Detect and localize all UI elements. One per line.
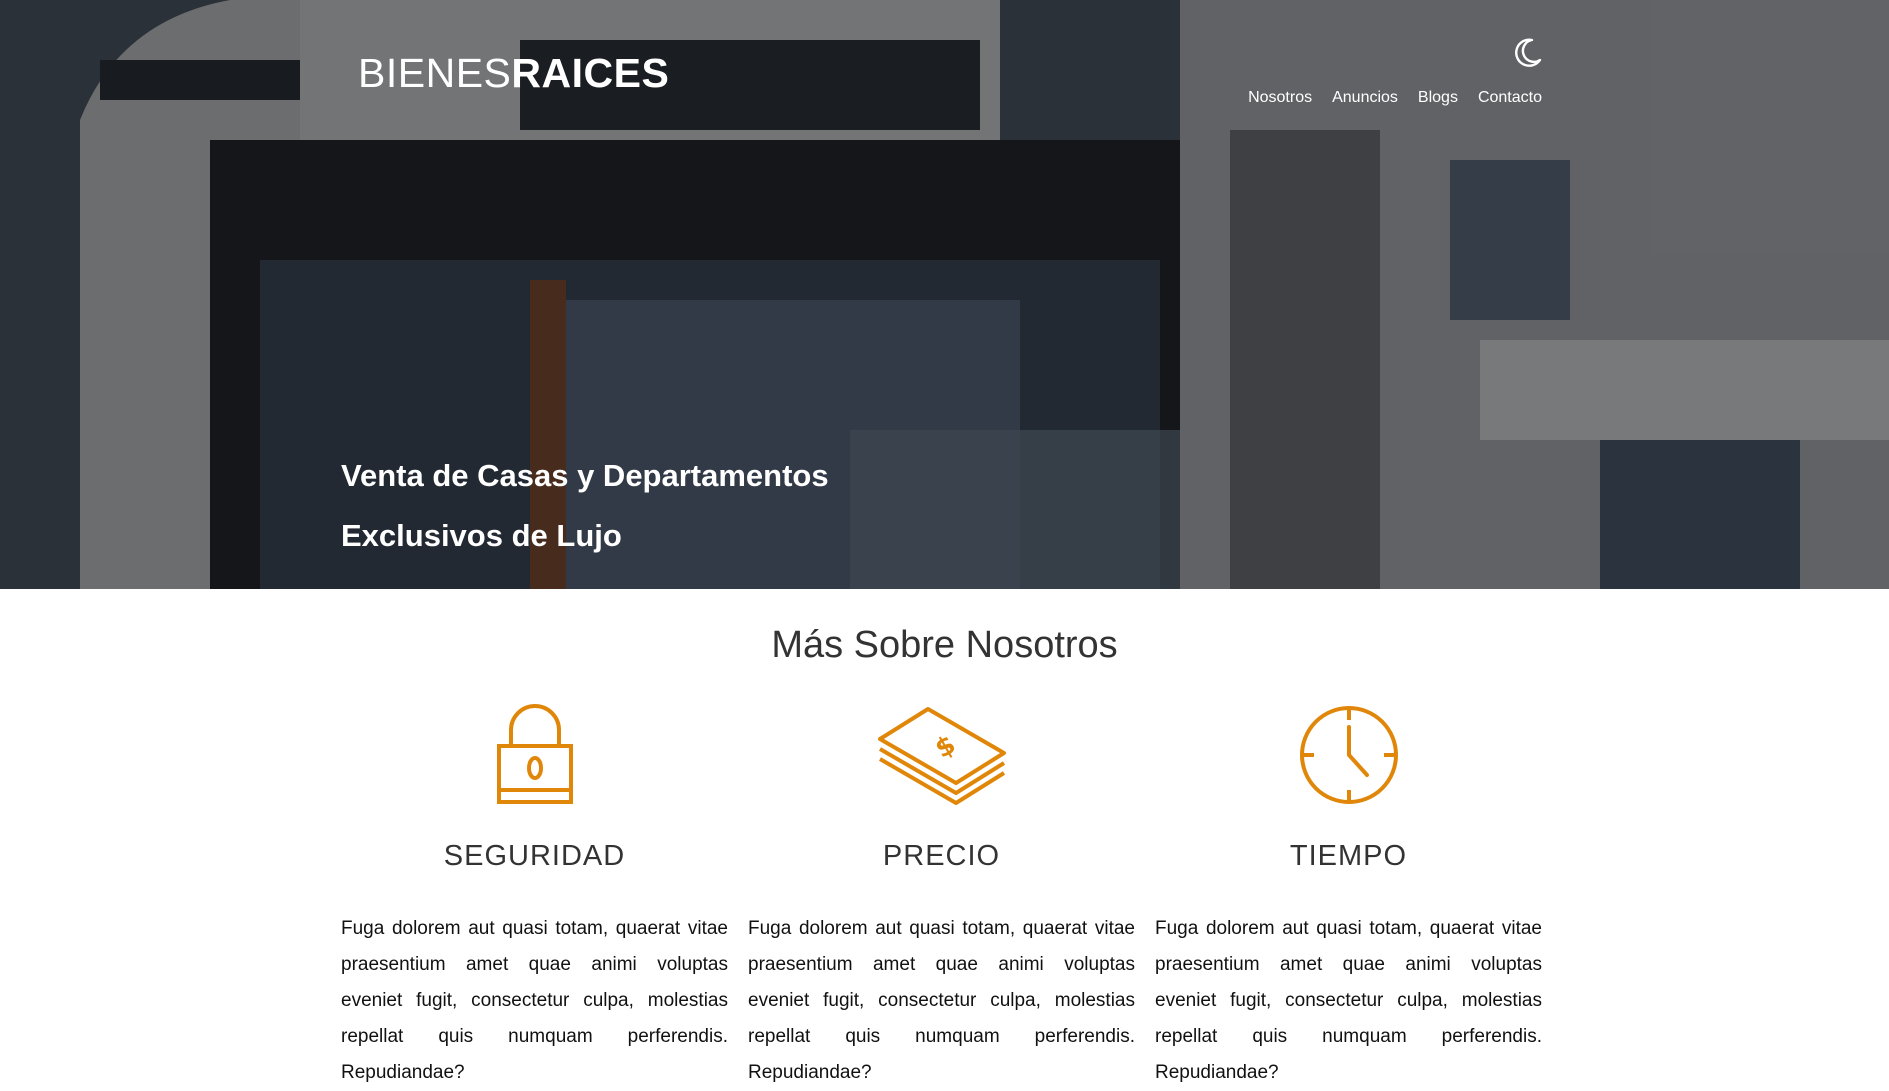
lock-icon xyxy=(496,704,573,804)
hero-title-line-2: Exclusivos de Lujo xyxy=(341,518,622,553)
feature-tiempo: TIEMPO Fuga dolorem aut quasi totam, qua… xyxy=(1155,700,1542,1091)
nav-link-nosotros[interactable]: Nosotros xyxy=(1248,89,1312,107)
nav-link-blogs[interactable]: Blogs xyxy=(1418,89,1458,107)
feature-seguridad: SEGURIDAD Fuga dolorem aut quasi totam, … xyxy=(341,700,728,1091)
feature-icon-container xyxy=(1297,700,1401,810)
feature-title: PRECIO xyxy=(882,840,1001,872)
logo-text-bold: RAICES xyxy=(511,50,670,96)
feature-precio: $ PRECIO Fuga dolorem aut quasi totam, q… xyxy=(748,700,1135,1091)
nav-link-anuncios[interactable]: Anuncios xyxy=(1332,89,1398,107)
features-section: SEGURIDAD Fuga dolorem aut quasi totam, … xyxy=(341,700,1542,1091)
feature-icon-container: $ xyxy=(876,700,1008,810)
dark-mode-toggle[interactable] xyxy=(1510,36,1544,70)
feature-description: Fuga dolorem aut quasi totam, quaerat vi… xyxy=(748,918,1135,1083)
clock-icon xyxy=(1299,706,1398,804)
logo-text-light: BIENES xyxy=(358,50,512,96)
feature-description: Fuga dolorem aut quasi totam, quaerat vi… xyxy=(341,918,728,1083)
money-icon: $ xyxy=(877,707,1006,805)
nav-link-contacto[interactable]: Contacto xyxy=(1478,89,1542,107)
svg-text:$: $ xyxy=(930,730,961,765)
about-section-title: Más Sobre Nosotros xyxy=(771,624,1118,666)
hero-header: BIENESRAICES Nosotros Anuncios Blogs Con… xyxy=(0,0,1889,589)
feature-title: TIEMPO xyxy=(1289,840,1408,872)
hero-overlay xyxy=(0,0,1889,589)
feature-description: Fuga dolorem aut quasi totam, quaerat vi… xyxy=(1155,918,1542,1083)
moon-icon xyxy=(1515,38,1542,67)
main-navigation: Nosotros Anuncios Blogs Contacto xyxy=(1248,89,1542,107)
feature-icon-container xyxy=(495,700,575,810)
feature-title: SEGURIDAD xyxy=(443,840,626,872)
site-logo[interactable]: BIENESRAICES xyxy=(358,50,669,97)
hero-title: Venta de Casas y Departamentos Exclusivo… xyxy=(341,446,829,566)
hero-title-line-1: Venta de Casas y Departamentos xyxy=(341,458,829,493)
